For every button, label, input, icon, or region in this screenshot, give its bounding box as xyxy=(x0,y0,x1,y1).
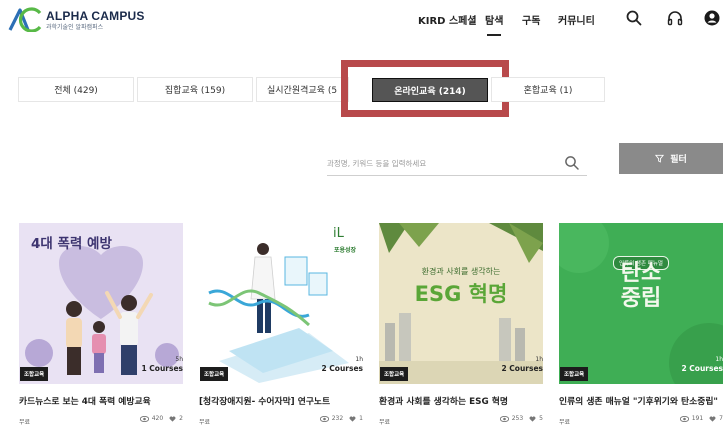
like-count: 1 xyxy=(359,415,363,422)
thumbnail-caption: 포용성장 xyxy=(334,247,357,254)
course-count: 2 Courses xyxy=(321,364,363,373)
course-tag: 조합교육 xyxy=(560,367,589,381)
course-title[interactable]: [청각장애지원- 수어자막] 연구노트 xyxy=(199,394,369,407)
course-count: 1 Courses xyxy=(141,364,183,373)
user-icon[interactable] xyxy=(703,9,721,27)
course-card[interactable]: iL 포용성장 1h 2 Courses 조합교육 [청각장애지원- 수어자막]… xyxy=(199,223,363,426)
course-thumbnail: iL 포용성장 1h 2 Courses 조합교육 xyxy=(199,223,363,384)
course-card[interactable]: 4대 폭력 예방 5h 1 Courses 조합교육 카드뉴스로 보는 4대 폭… xyxy=(19,223,183,426)
view-count: 191 xyxy=(691,415,704,422)
course-count: 2 Courses xyxy=(681,364,723,373)
nav-community[interactable]: 커뮤니티 xyxy=(558,12,595,27)
search-input[interactable] xyxy=(327,152,587,176)
course-duration: 1h xyxy=(355,356,363,363)
like-count: 7 xyxy=(719,415,723,422)
headphones-icon[interactable] xyxy=(666,9,684,27)
svg-text:iL: iL xyxy=(333,226,345,241)
heart-icon[interactable] xyxy=(169,415,176,422)
course-duration: 1h xyxy=(715,356,723,363)
course-price: 무료 xyxy=(19,419,31,426)
course-duration: 1h xyxy=(535,356,543,363)
thumbnail-title: ESG 혁명 xyxy=(414,282,508,306)
nav-subscribe[interactable]: 구독 xyxy=(522,12,540,27)
filter-button[interactable]: 필터 xyxy=(619,143,723,174)
nav-kird-special[interactable]: KIRD 스페셜 xyxy=(418,12,477,27)
tab-realtime-remote[interactable]: 실시간원격교육 (5 xyxy=(256,77,349,102)
eye-icon xyxy=(679,415,689,422)
brand-name: ALPHA CAMPUS xyxy=(46,9,145,23)
alpha-campus-logo-icon[interactable] xyxy=(8,6,44,32)
search-icon[interactable] xyxy=(625,9,643,27)
thumbnail-title-line1: 탄소 xyxy=(620,261,662,286)
course-tag: 조합교육 xyxy=(20,367,49,381)
course-title[interactable]: 인류의 생존 매뉴얼 "기후위기와 탄소중립" xyxy=(559,394,723,407)
top-header: ALPHA CAMPUS 과학기술인 알파캠퍼스 KIRD 스페셜 탐색 구독 … xyxy=(0,0,723,42)
thumbnail-title: 4대 폭력 예방 xyxy=(31,236,112,252)
course-stats: 253 5 xyxy=(499,415,543,422)
like-count: 5 xyxy=(539,415,543,422)
tab-online[interactable]: 온라인교육 (214) xyxy=(372,78,488,102)
view-count: 232 xyxy=(331,415,344,422)
funnel-icon xyxy=(655,154,665,163)
heart-icon[interactable] xyxy=(529,415,536,422)
course-tag: 조합교육 xyxy=(380,367,409,381)
view-count: 253 xyxy=(511,415,524,422)
tab-blended[interactable]: 혼합교육 (1) xyxy=(491,77,605,102)
course-price: 무료 xyxy=(199,419,211,426)
course-count: 2 Courses xyxy=(501,364,543,373)
view-count: 420 xyxy=(151,415,164,422)
like-count: 2 xyxy=(179,415,183,422)
course-title[interactable]: 환경과 사회를 생각하는 ESG 혁명 xyxy=(379,394,549,407)
course-tag: 조합교육 xyxy=(200,367,229,381)
course-thumbnail: 인류의 생존 매뉴얼 탄소 중립 1h 2 Courses 조합교육 xyxy=(559,223,723,384)
course-title[interactable]: 카드뉴스로 보는 4대 폭력 예방교육 xyxy=(19,394,189,407)
course-thumbnail: 4대 폭력 예방 5h 1 Courses 조합교육 xyxy=(19,223,183,384)
thumbnail-subtitle: 환경과 사회를 생각하는 xyxy=(421,267,501,276)
course-stats: 191 7 xyxy=(679,415,723,422)
course-stats: 232 1 xyxy=(319,415,363,422)
filter-label: 필터 xyxy=(670,154,687,164)
course-card[interactable]: 환경과 사회를 생각하는 ESG 혁명 1h 2 Courses 조합교육 환경… xyxy=(379,223,543,426)
course-card[interactable]: 인류의 생존 매뉴얼 탄소 중립 1h 2 Courses 조합교육 인류의 생… xyxy=(559,223,723,426)
nav-explore[interactable]: 탐색 xyxy=(485,12,503,36)
course-thumbnail: 환경과 사회를 생각하는 ESG 혁명 1h 2 Courses 조합교육 xyxy=(379,223,543,384)
tab-offline[interactable]: 집합교육 (159) xyxy=(137,77,253,102)
course-stats: 420 2 xyxy=(139,415,183,422)
eye-icon xyxy=(499,415,509,422)
tab-all[interactable]: 전체 (429) xyxy=(18,77,134,102)
heart-icon[interactable] xyxy=(349,415,356,422)
course-price: 무료 xyxy=(379,419,391,426)
eye-icon xyxy=(139,415,149,422)
course-price: 무료 xyxy=(559,419,571,426)
heart-icon[interactable] xyxy=(709,415,716,422)
thumbnail-title-line2: 중립 xyxy=(620,286,662,311)
search-submit-icon[interactable] xyxy=(564,155,580,171)
eye-icon xyxy=(319,415,329,422)
brand-subtitle: 과학기술인 알파캠퍼스 xyxy=(46,24,104,31)
thumbnail-title: 탄소 중립 xyxy=(559,261,723,311)
course-duration: 5h xyxy=(175,356,183,363)
